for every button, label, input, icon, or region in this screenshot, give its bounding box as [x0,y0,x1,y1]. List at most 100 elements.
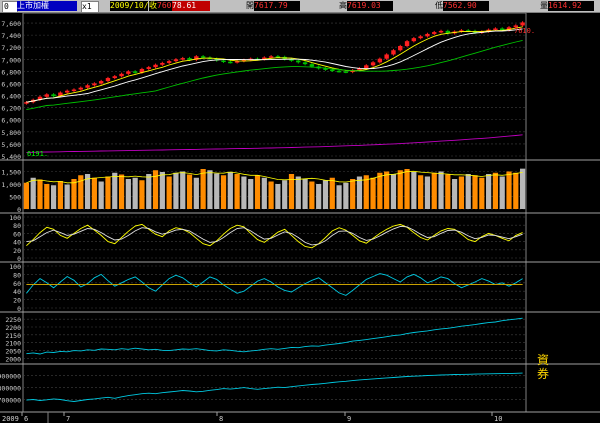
candle-body [44,94,49,97]
candle-body [364,65,369,69]
candle-body [438,30,444,33]
volume-bar [472,175,478,209]
y-tick-label: 7,200 [1,44,21,52]
volume-bar [268,181,274,209]
open-label: 開 [246,1,254,10]
candle-body [105,78,111,82]
volume-bar [44,184,50,209]
y-tick-label: 20 [13,297,21,305]
high-value: 7619.03 [347,1,393,11]
y-tick-label: 60 [13,280,21,288]
ma60-line [26,134,523,153]
volume-bar [37,179,43,209]
y-tick-label: 2200 [5,324,21,332]
volume-bar [438,171,444,209]
last-price-label: 7610. [514,27,535,35]
x-tick-label: 9 [347,415,351,423]
y-tick-label: 2050 [5,348,21,356]
candle-body [153,64,158,68]
y-tick-label: 80 [13,222,21,230]
y-tick-label: 6,600 [1,80,21,88]
y-tick-label: 5,600 [1,141,21,149]
volume-bar [220,175,227,209]
candle-body [343,71,349,73]
volume-bar [506,171,512,209]
volume-bar [173,172,179,209]
x-tick-label: 6 [24,415,28,423]
ma5-line [26,26,523,103]
candle-body [119,73,124,77]
volume-bar [57,181,63,209]
y-tick-label: 40 [13,239,21,247]
y-tick-label: 40 [13,288,21,296]
candle-body [92,83,97,86]
candle-body [166,61,172,63]
side-label-bottom: 券 [537,366,549,381]
candle-body [98,81,104,84]
y-tick-label: 7,600 [1,20,21,28]
y-tick-label: 60 [13,230,21,238]
volume-bar [23,182,29,209]
volume-bar [458,176,465,209]
volume-bar [186,174,193,209]
volume-bar [377,172,383,209]
volume-bar [322,180,329,209]
y-tick-label: 700000 [0,397,21,405]
candle-body [391,50,396,55]
y-tick-label: 500 [9,194,21,202]
y-tick-label: 20 [13,247,21,255]
candle-body [418,36,423,39]
close-label: 收 [149,1,157,11]
candle-body [160,62,165,65]
y-tick-label: 6,000 [1,117,21,125]
candle-body [173,59,179,62]
volume-bar [105,176,111,209]
volume-bar [227,172,233,209]
candle-body [132,71,138,73]
volume-bar [234,174,240,209]
candle-body [24,102,29,104]
volume-bar [146,174,152,209]
x-tick-label: 7 [66,415,70,423]
y-tick-label: 2000 [5,355,21,363]
y-tick-label: 6,200 [1,105,21,113]
symbol-name-field[interactable]: 上市加權 [17,1,77,11]
volume-bar [499,176,505,209]
volume-bar [214,173,220,209]
volume-bar [112,172,118,209]
volume-bar [118,174,125,209]
volume-bar [520,168,526,209]
volume-bar [411,172,417,209]
volume-bar [200,169,206,209]
volume-bar [356,176,363,209]
y-tick-label: 7,400 [1,32,21,40]
y-tick-label: 100 [9,214,21,222]
ma10-line [26,28,523,103]
volume-bar [275,184,281,209]
candle-body [51,94,56,97]
volume-bar [282,180,288,209]
volume-bar [50,185,57,209]
open-value: 7617.79 [254,1,300,11]
y-tick-label: 7,000 [1,56,21,64]
volume-bar [207,170,213,209]
volume-bar [350,179,356,209]
volume-bar [486,174,492,209]
volume-bar [71,179,77,209]
kd-series-line [26,223,523,249]
volume-bar [452,179,458,209]
volume-bar [98,181,104,209]
side-label-top: 資 [537,353,549,367]
volume-bar [309,181,315,209]
candle-body [330,69,335,72]
volume-bar [492,172,499,209]
volume-bar [261,177,267,209]
candle-body [296,60,301,63]
stock-chart[interactable]: 7,600 7,400 7,200 7,000 6,800 6,600 6,400 6,200… [0,12,600,423]
candle-body [309,64,315,67]
volume-bar [193,177,199,209]
change-value: 78.61 [172,1,210,11]
volume-bar [397,170,403,209]
x-tick-label: 8 [219,415,223,423]
volume-bar [302,179,308,209]
